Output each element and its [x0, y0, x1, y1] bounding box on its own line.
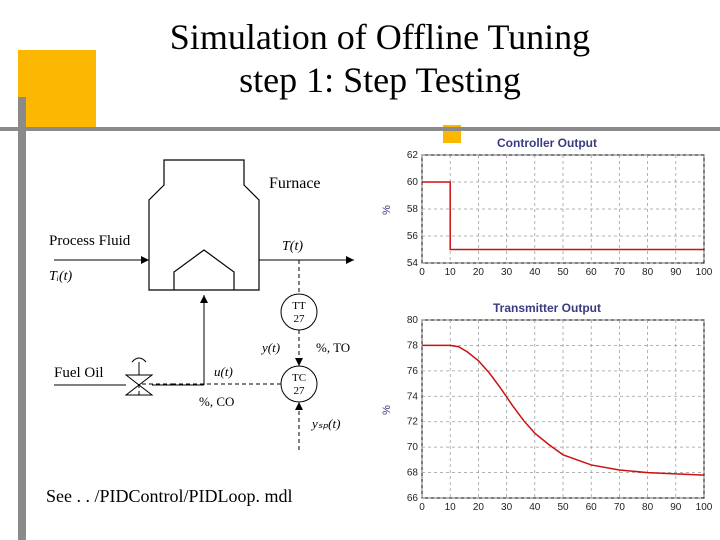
svg-text:Controller Output: Controller Output	[497, 136, 597, 150]
tt-output-label: T(t)	[282, 239, 303, 254]
tc-bubble-line2: 27	[294, 385, 306, 397]
svg-text:30: 30	[501, 502, 513, 513]
pct-to-label: %, TO	[316, 340, 350, 355]
svg-text:10: 10	[445, 502, 457, 513]
controller-output-chart: Controller Output 0 10 20 30 40 50 60 70 80 90 100 5…	[382, 135, 712, 285]
slide-accent-square	[18, 50, 96, 128]
svg-text:60: 60	[586, 267, 598, 278]
svg-text:20: 20	[473, 502, 485, 513]
svg-text:90: 90	[670, 502, 682, 513]
svg-text:50: 50	[557, 502, 569, 513]
svg-text:60: 60	[586, 502, 598, 513]
slide-horizontal-rule	[0, 127, 720, 131]
svg-text:%: %	[382, 205, 393, 215]
svg-text:76: 76	[407, 366, 419, 377]
svg-text:60: 60	[407, 177, 419, 188]
pct-co-label: %, CO	[199, 394, 234, 409]
furnace-icon	[149, 160, 259, 290]
svg-text:40: 40	[529, 502, 541, 513]
svg-text:80: 80	[642, 502, 654, 513]
title-line-2: step 1: Step Testing	[239, 60, 521, 100]
svg-text:62: 62	[407, 150, 419, 161]
y-label: y(t)	[260, 340, 280, 355]
svg-text:50: 50	[557, 267, 569, 278]
svg-text:80: 80	[407, 315, 419, 326]
svg-text:70: 70	[614, 502, 626, 513]
process-diagram: Furnace Process Fluid Tᵢ(t) T(t) Fuel Oi…	[44, 150, 374, 470]
svg-text:10: 10	[445, 267, 457, 278]
svg-text:100: 100	[696, 267, 712, 278]
tt-bubble-line1: TT	[292, 300, 306, 312]
title-line-1: Simulation of Offline Tuning	[170, 17, 590, 57]
page-title: Simulation of Offline Tuning step 1: Ste…	[100, 16, 660, 102]
footer-file-reference: See . . /PIDControl/PIDLoop. mdl	[46, 486, 293, 507]
process-fluid-label: Process Fluid	[49, 233, 131, 249]
ti-label: Tᵢ(t)	[49, 269, 73, 284]
svg-text:100: 100	[696, 502, 712, 513]
svg-text:70: 70	[407, 442, 419, 453]
svg-text:68: 68	[407, 468, 419, 479]
fuel-oil-label: Fuel Oil	[54, 365, 104, 381]
svg-text:Transmitter Output: Transmitter Output	[493, 301, 601, 315]
tc-bubble-line1: TC	[292, 372, 306, 384]
svg-text:0: 0	[419, 267, 425, 278]
svg-text:90: 90	[670, 267, 682, 278]
tt-bubble-line2: 27	[294, 313, 306, 325]
svg-text:66: 66	[407, 493, 419, 504]
slide-vertical-rule	[18, 97, 26, 540]
svg-text:54: 54	[407, 258, 419, 269]
svg-text:58: 58	[407, 204, 419, 215]
svg-text:30: 30	[501, 267, 513, 278]
furnace-label: Furnace	[269, 175, 321, 192]
control-valve-icon	[126, 358, 152, 395]
ysp-label: yₛₚ(t)	[310, 416, 340, 431]
svg-text:0: 0	[419, 502, 425, 513]
svg-text:78: 78	[407, 340, 419, 351]
svg-text:72: 72	[407, 417, 419, 428]
transmitter-output-chart: Transmitter Output 0 10 20 30 40 50 60 70 80 90 100…	[382, 300, 712, 520]
u-label: u(t)	[214, 364, 233, 379]
svg-text:%: %	[382, 405, 393, 415]
svg-text:56: 56	[407, 231, 419, 242]
svg-text:80: 80	[642, 267, 654, 278]
svg-text:70: 70	[614, 267, 626, 278]
svg-text:40: 40	[529, 267, 541, 278]
svg-text:74: 74	[407, 391, 419, 402]
svg-text:20: 20	[473, 267, 485, 278]
